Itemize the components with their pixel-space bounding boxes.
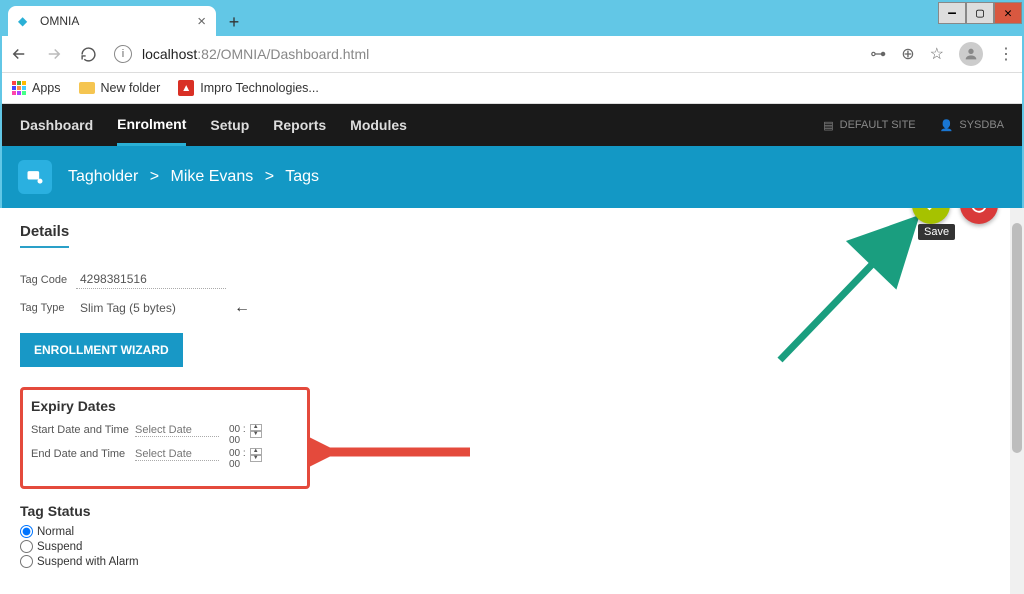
start-date-input[interactable]: [135, 424, 219, 437]
tag-type-row: Tag Type Slim Tag (5 bytes) ←: [20, 299, 1004, 317]
tab-favicon-icon: ◆: [18, 14, 32, 28]
tab-title: OMNIA: [40, 14, 197, 28]
status-normal-radio[interactable]: [20, 525, 33, 538]
tag-status-title: Tag Status: [20, 503, 1004, 519]
scrollbar-track[interactable]: [1010, 208, 1024, 594]
end-hh[interactable]: 00: [229, 448, 240, 459]
status-label: Suspend with Alarm: [37, 556, 139, 568]
end-date-row: End Date and Time 00 : 00 ▲▼: [31, 448, 295, 470]
end-date-input[interactable]: [135, 448, 219, 461]
tag-type-value[interactable]: Slim Tag (5 bytes): [76, 299, 226, 317]
status-normal[interactable]: Normal: [20, 525, 1004, 538]
end-date-label: End Date and Time: [31, 448, 135, 460]
enrollment-wizard-button[interactable]: ENROLLMENT WIZARD: [20, 333, 183, 367]
details-heading: Details: [20, 223, 69, 248]
scrollbar-thumb[interactable]: [1012, 223, 1022, 453]
tag-code-value[interactable]: 4298381516: [76, 270, 226, 289]
status-label: Suspend: [37, 541, 82, 553]
tab-close-icon[interactable]: ×: [197, 13, 206, 30]
status-suspend-radio[interactable]: [20, 540, 33, 553]
end-mm[interactable]: 00: [229, 459, 240, 470]
start-date-row: Start Date and Time 00 : 00 ▲▼: [31, 424, 295, 446]
status-suspend-alarm[interactable]: Suspend with Alarm: [20, 555, 1004, 568]
revert-button[interactable]: [960, 208, 998, 224]
status-suspend[interactable]: Suspend: [20, 540, 1004, 553]
start-date-label: Start Date and Time: [31, 424, 135, 436]
end-time-stepper[interactable]: ▲▼: [250, 448, 262, 462]
tag-type-arrow-icon[interactable]: ←: [234, 299, 250, 317]
end-time: 00 : 00: [229, 448, 246, 470]
window-minimize-button[interactable]: —: [938, 2, 966, 24]
window-controls: — ▢ ✕: [938, 2, 1022, 24]
status-label: Normal: [37, 526, 74, 538]
start-time: 00 : 00: [229, 424, 246, 446]
tag-code-label: Tag Code: [20, 274, 76, 286]
window-close-button[interactable]: ✕: [994, 2, 1022, 24]
expiry-title: Expiry Dates: [31, 398, 295, 414]
floating-actions: Save: [912, 208, 998, 224]
content: Details Tag Code 4298381516 Tag Type Sli…: [0, 208, 1024, 590]
start-time-stepper[interactable]: ▲▼: [250, 424, 262, 438]
start-hh[interactable]: 00: [229, 424, 240, 435]
page-body: Save Details Tag Code 4298381516 Tag Typ…: [0, 208, 1024, 594]
expiry-dates-box: Expiry Dates Start Date and Time 00 : 00…: [20, 387, 310, 489]
save-button[interactable]: Save: [912, 208, 950, 224]
tag-type-label: Tag Type: [20, 302, 76, 314]
save-tooltip: Save: [918, 224, 955, 240]
window-maximize-button[interactable]: ▢: [966, 2, 994, 24]
start-mm[interactable]: 00: [229, 435, 240, 446]
tag-code-row: Tag Code 4298381516: [20, 270, 1004, 289]
status-suspend-alarm-radio[interactable]: [20, 555, 33, 568]
browser-tab[interactable]: ◆ OMNIA ×: [8, 6, 216, 36]
